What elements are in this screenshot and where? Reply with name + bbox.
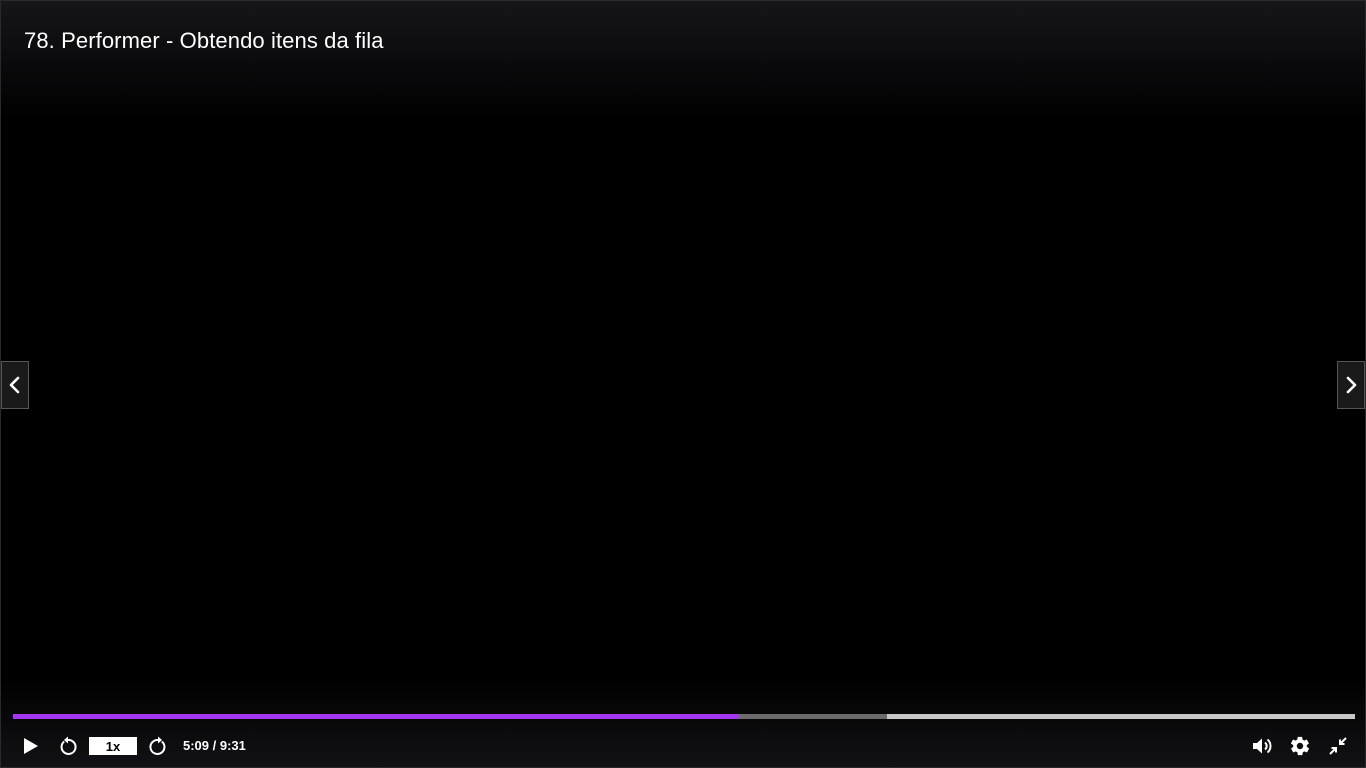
progress-bar[interactable] bbox=[13, 714, 1355, 719]
time-display: 5:09 / 9:31 bbox=[183, 738, 246, 753]
playback-speed-button[interactable]: 1x bbox=[89, 737, 137, 755]
gear-icon bbox=[1290, 736, 1310, 756]
play-button[interactable] bbox=[17, 729, 43, 763]
rewind-button[interactable] bbox=[56, 729, 80, 763]
rewind-icon bbox=[60, 736, 77, 755]
control-bar: 1x 5:09 / 9:31 bbox=[1, 729, 1365, 763]
top-gradient bbox=[1, 1, 1365, 121]
settings-button[interactable] bbox=[1287, 729, 1313, 763]
next-lecture-button[interactable] bbox=[1337, 361, 1365, 409]
exit-fullscreen-icon bbox=[1329, 737, 1347, 755]
chevron-right-icon bbox=[1346, 376, 1357, 394]
volume-icon bbox=[1253, 738, 1272, 754]
previous-lecture-button[interactable] bbox=[1, 361, 29, 409]
exit-fullscreen-button[interactable] bbox=[1325, 729, 1351, 763]
forward-icon bbox=[149, 736, 166, 755]
volume-button[interactable] bbox=[1249, 729, 1275, 763]
progress-played bbox=[13, 714, 740, 719]
forward-button[interactable] bbox=[146, 729, 170, 763]
play-icon bbox=[24, 738, 38, 754]
video-player[interactable]: 78. Performer - Obtendo itens da fila 1x bbox=[0, 0, 1366, 768]
video-title: 78. Performer - Obtendo itens da fila bbox=[24, 28, 384, 53]
chevron-left-icon bbox=[9, 376, 20, 394]
